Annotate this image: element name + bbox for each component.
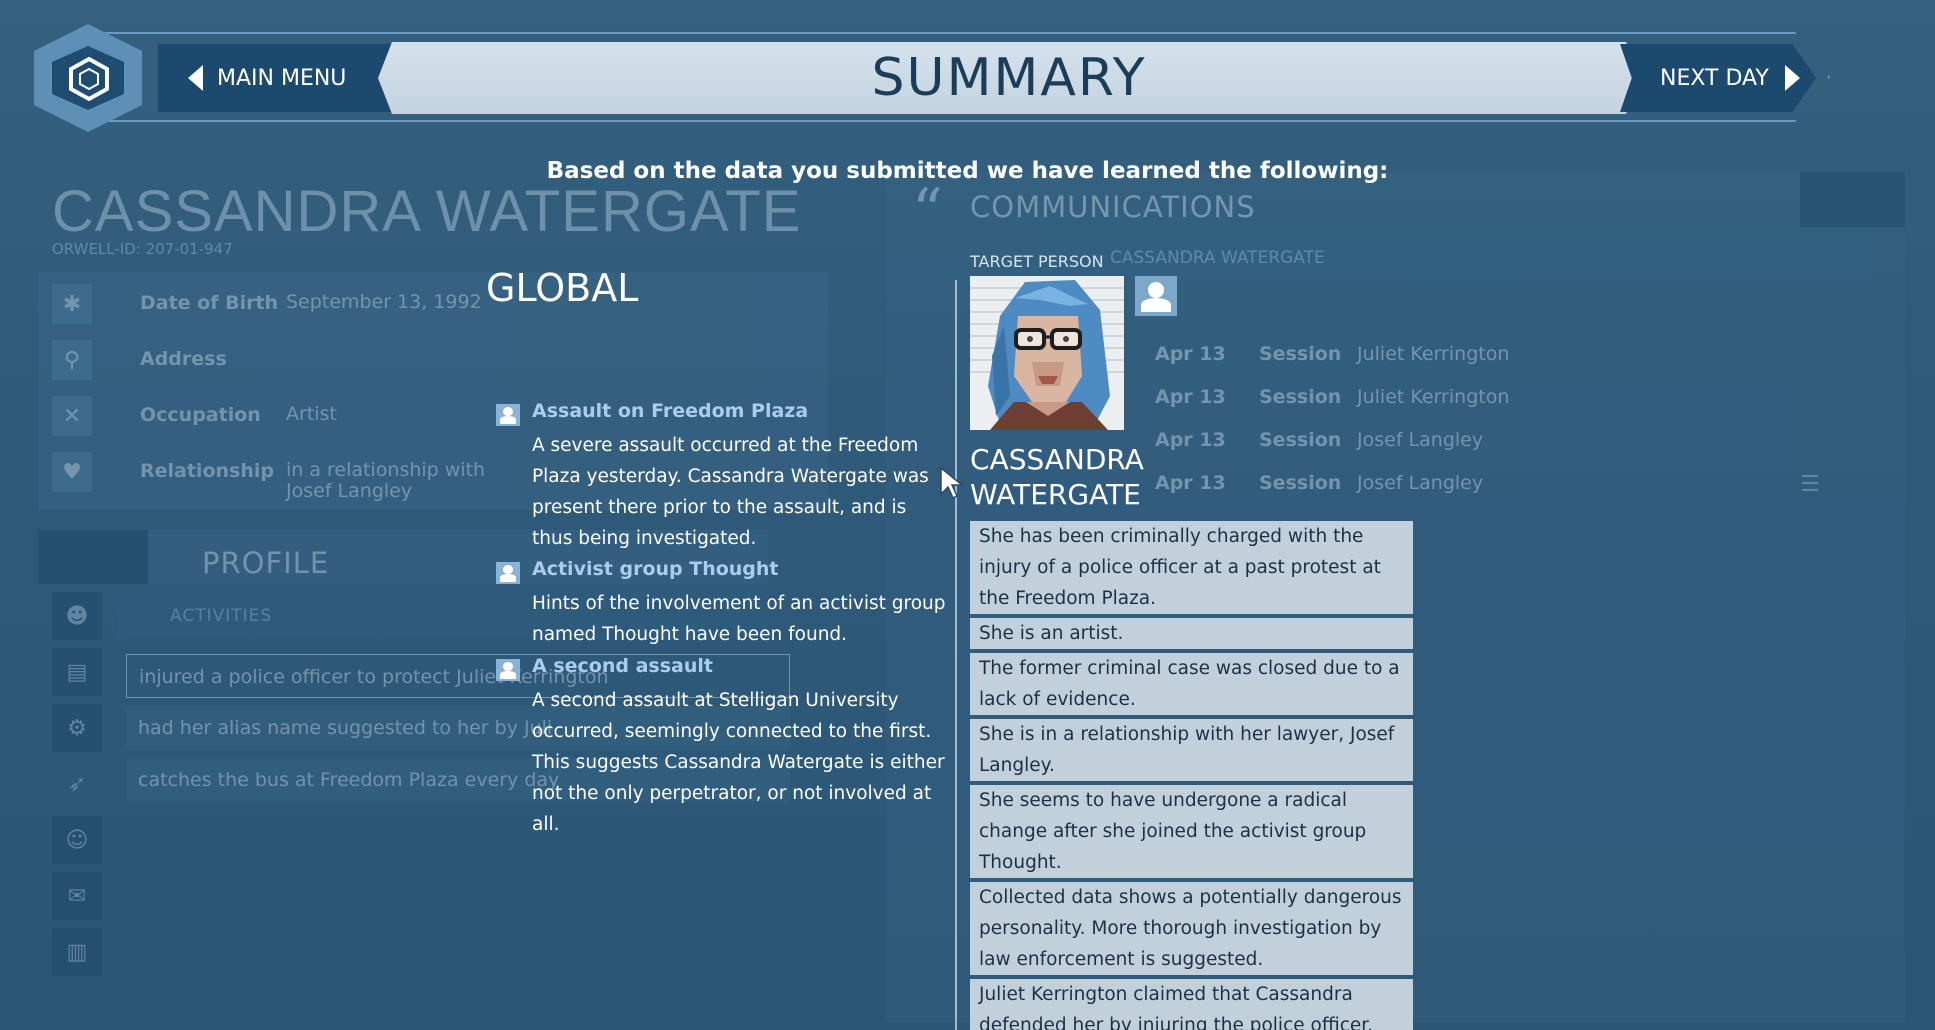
bg-profile-title: PROFILE bbox=[202, 546, 330, 580]
bg-field-label: Address bbox=[140, 348, 227, 370]
portrait-image bbox=[970, 276, 1124, 430]
person-icon bbox=[496, 562, 520, 584]
background-profile-layer: CASSANDRA WATERGATE ORWELL-ID: 207-01-94… bbox=[0, 0, 1935, 1030]
target-person-label: TARGET PERSON bbox=[970, 252, 1104, 271]
fact-item: Collected data shows a potentially dange… bbox=[970, 882, 1413, 975]
next-day-label: NEXT DAY bbox=[1660, 65, 1769, 91]
global-item-title: Activist group Thought bbox=[532, 558, 779, 580]
running-icon: ➶ bbox=[67, 771, 87, 797]
mask-icon: ☻ bbox=[52, 592, 102, 640]
next-day-button[interactable]: NEXT DAY bbox=[1620, 44, 1816, 112]
fact-item: She is in a relationship with her lawyer… bbox=[970, 719, 1413, 781]
person-icon: ☺ bbox=[52, 816, 102, 864]
bg-field-value: September 13, 1992 bbox=[286, 291, 482, 313]
fact-item: Juliet Kerrington claimed that Cassandra… bbox=[970, 979, 1413, 1030]
bg-session-date: Apr 13 bbox=[1155, 429, 1226, 451]
bg-session-person: Juliet Kerrington bbox=[1357, 386, 1510, 408]
bg-communications-target-name: CASSANDRA WATERGATE bbox=[1110, 248, 1325, 268]
bg-session-person: Josef Langley bbox=[1357, 429, 1484, 451]
fact-item: She seems to have undergone a radical ch… bbox=[970, 785, 1413, 878]
column-divider bbox=[955, 280, 957, 1030]
summary-title-bar: SUMMARY bbox=[378, 42, 1640, 114]
arrow-left-icon bbox=[188, 65, 203, 91]
global-item-text: A severe assault occurred at the Freedom… bbox=[532, 435, 929, 549]
bg-session-type: Session bbox=[1259, 386, 1342, 408]
global-section-title: GLOBAL bbox=[486, 266, 639, 310]
bg-session-type: Session bbox=[1259, 429, 1342, 451]
person-icon bbox=[1135, 276, 1177, 316]
hexagon-icon bbox=[69, 56, 109, 102]
bg-profile-name: CASSANDRA WATERGATE bbox=[52, 179, 802, 244]
bg-field-value: Artist bbox=[286, 403, 337, 425]
tools-icon: ✕ bbox=[52, 396, 92, 436]
bg-field-row: ⚲ Address bbox=[38, 334, 828, 386]
bg-field-label: Relationship bbox=[140, 460, 274, 482]
list-icon: ☰ bbox=[1800, 472, 1820, 497]
bg-session-type: Session bbox=[1259, 472, 1342, 494]
global-item-title: A second assault bbox=[532, 655, 713, 677]
bg-session-date: Apr 13 bbox=[1155, 472, 1226, 494]
bg-session-type: Session bbox=[1259, 343, 1342, 365]
bg-orwell-id: ORWELL-ID: 207-01-947 bbox=[52, 240, 233, 258]
main-menu-button[interactable]: MAIN MENU bbox=[158, 44, 398, 112]
bg-profile-tab bbox=[38, 530, 148, 584]
target-facts-list: She has been criminally charged with the… bbox=[970, 521, 1413, 1030]
location-pin-icon: ⚲ bbox=[52, 340, 92, 380]
target-portrait bbox=[970, 276, 1124, 430]
bg-activities-label: ACTIVITIES bbox=[170, 606, 273, 626]
heart-icon: ♥ bbox=[52, 452, 92, 492]
bg-field-label: Date of Birth bbox=[140, 292, 279, 314]
summary-subtitle: Based on the data you submitted we have … bbox=[546, 158, 1389, 184]
asterisk-icon: ✱ bbox=[52, 284, 92, 324]
quote-icon: “ bbox=[912, 176, 943, 246]
global-item-text: A second assault at Stelligan University… bbox=[532, 690, 945, 835]
bg-communications-target: CASSANDRA WATERGATE bbox=[1048, 234, 1872, 282]
book-icon: ▤ bbox=[52, 648, 102, 696]
page-title: SUMMARY bbox=[871, 48, 1147, 108]
bg-session-person: Josef Langley bbox=[1357, 472, 1484, 494]
global-item-text: Hints of the involvement of an activist … bbox=[532, 593, 946, 645]
bg-field-value: in a relationship with Josef Langley bbox=[286, 459, 486, 502]
bg-field-row: ✱ Date of Birth September 13, 1992 bbox=[38, 278, 828, 330]
target-name: CASSANDRA WATERGATE bbox=[970, 442, 1144, 512]
person-icon bbox=[496, 404, 520, 426]
bg-session-date: Apr 13 bbox=[1155, 386, 1226, 408]
main-menu-label: MAIN MENU bbox=[217, 65, 347, 91]
notebook-icon: ▥ bbox=[52, 928, 102, 976]
person-icon bbox=[496, 659, 520, 681]
gears-icon: ⚙ bbox=[52, 704, 102, 752]
chat-icon: ✉ bbox=[52, 872, 102, 920]
fact-item: She is an artist. bbox=[970, 618, 1413, 649]
global-item-title: Assault on Freedom Plaza bbox=[532, 400, 809, 422]
bg-field-label: Occupation bbox=[140, 404, 261, 426]
bg-communications-title: COMMUNICATIONS bbox=[970, 190, 1256, 224]
target-name-first: CASSANDRA bbox=[970, 443, 1144, 476]
arrow-right-icon bbox=[1784, 65, 1800, 91]
fact-item: The former criminal case was closed due … bbox=[970, 653, 1413, 715]
mouse-cursor-icon bbox=[940, 466, 965, 500]
fact-item: She has been criminally charged with the… bbox=[970, 521, 1413, 614]
target-name-last: WATERGATE bbox=[970, 478, 1141, 511]
bg-session-date: Apr 13 bbox=[1155, 343, 1226, 365]
bg-session-person: Juliet Kerrington bbox=[1357, 343, 1510, 365]
